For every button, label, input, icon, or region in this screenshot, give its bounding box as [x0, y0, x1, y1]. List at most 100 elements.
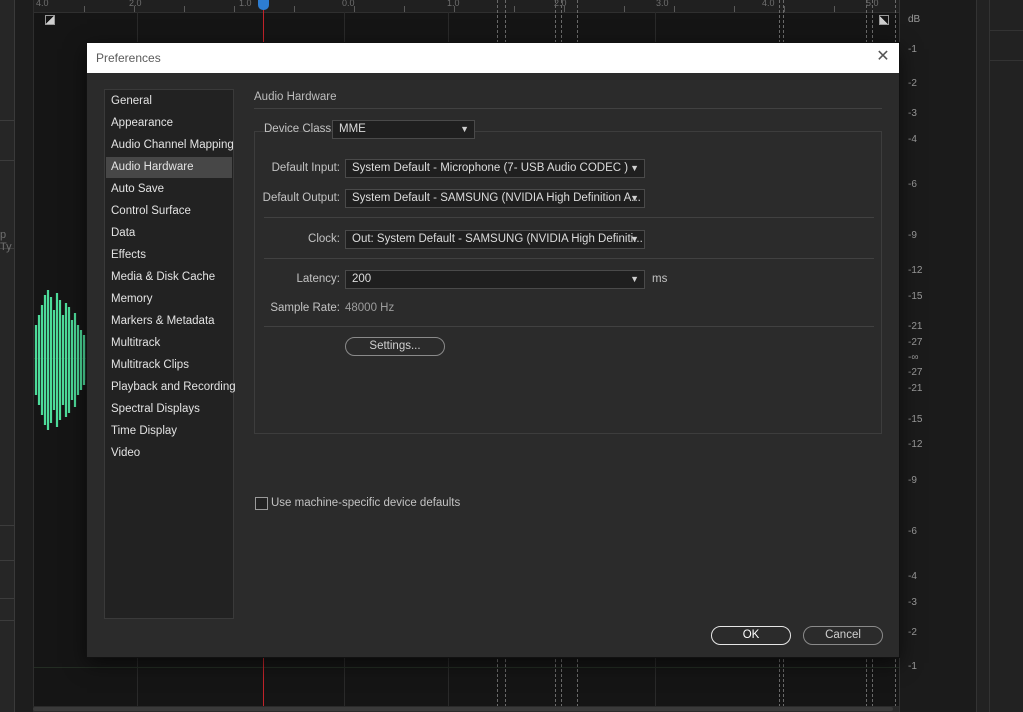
ruler-label: 4.0	[762, 0, 775, 8]
panel-label-fragment: p Ty	[0, 229, 12, 253]
clock-value: Out: System Default - SAMSUNG (NVIDIA Hi…	[352, 233, 643, 245]
category-control-surface[interactable]: Control Surface	[106, 201, 232, 222]
db-label: -3	[908, 108, 917, 119]
db-label: -1	[908, 661, 917, 672]
divider	[264, 326, 874, 327]
clock-label: Clock:	[308, 233, 340, 245]
db-label: -15	[908, 291, 923, 302]
db-unit-label: dB	[908, 14, 921, 25]
fade-in-handle-icon[interactable]	[45, 15, 55, 25]
device-class-label: Device Class:	[264, 123, 335, 135]
category-effects[interactable]: Effects	[106, 245, 232, 266]
sample-rate-value: 48000 Hz	[345, 302, 395, 314]
db-scale: dB -1 -2 -3 -4 -6 -9 -12 -15 -21 -27 -∞ …	[899, 0, 977, 712]
latency-select[interactable]: 200 ▼	[345, 270, 645, 289]
default-output-value: System Default - SAMSUNG (NVIDIA High De…	[352, 192, 641, 204]
default-input-select[interactable]: System Default - Microphone (7- USB Audi…	[345, 159, 645, 178]
db-label: -21	[908, 383, 923, 394]
horizontal-scrollbar[interactable]	[33, 706, 899, 712]
default-input-label: Default Input:	[271, 162, 340, 174]
category-playback-recording[interactable]: Playback and Recording	[106, 377, 236, 398]
sample-rate-label: Sample Rate:	[270, 302, 340, 314]
preferences-dialog: Preferences ✕ General Appearance Audio C…	[87, 43, 899, 657]
category-spectral-displays[interactable]: Spectral Displays	[106, 399, 232, 420]
panel-divider	[0, 160, 14, 161]
section-divider	[254, 108, 882, 109]
default-output-select[interactable]: System Default - SAMSUNG (NVIDIA High De…	[345, 189, 645, 208]
device-class-value: MME	[339, 123, 366, 135]
db-label: -27	[908, 337, 923, 348]
category-multitrack[interactable]: Multitrack	[106, 333, 232, 354]
dialog-title: Preferences	[96, 51, 161, 65]
panel-divider	[0, 525, 14, 526]
playhead-handle[interactable]	[258, 0, 269, 10]
fade-out-handle-icon[interactable]	[879, 15, 889, 25]
close-icon[interactable]: ✕	[875, 48, 891, 66]
ok-button[interactable]: OK	[711, 626, 791, 645]
clock-select[interactable]: Out: System Default - SAMSUNG (NVIDIA Hi…	[345, 230, 645, 249]
divider	[264, 258, 874, 259]
category-appearance[interactable]: Appearance	[106, 113, 232, 134]
db-label: -12	[908, 439, 923, 450]
preferences-category-list: General Appearance Audio Channel Mapping…	[104, 89, 236, 619]
time-ruler[interactable]: 4.0 2.0 1.0 0.0 1.0 2.0 3.0 4.0 5.0	[34, 0, 900, 13]
ruler-label: 4.0	[36, 0, 49, 8]
latency-value: 200	[352, 273, 372, 285]
db-label: -∞	[908, 352, 919, 363]
latency-unit: ms	[652, 273, 668, 285]
panel-divider	[0, 120, 14, 121]
category-auto-save[interactable]: Auto Save	[106, 179, 232, 200]
db-label: -2	[908, 78, 917, 89]
db-label: -6	[908, 526, 917, 537]
cancel-button[interactable]: Cancel	[803, 626, 883, 645]
scrollbar-thumb[interactable]	[33, 707, 893, 711]
category-general[interactable]: General	[106, 91, 232, 112]
ruler-label: 0.0	[342, 0, 355, 8]
left-panel: p Ty	[0, 0, 15, 712]
default-output-label: Default Output:	[262, 192, 340, 204]
db-label: -9	[908, 230, 917, 241]
db-label: -4	[908, 134, 917, 145]
db-label: -1	[908, 44, 917, 55]
panel-divider	[0, 620, 14, 621]
settings-button[interactable]: Settings...	[345, 337, 445, 356]
chevron-down-icon: ▼	[630, 234, 639, 244]
ruler-label: 2.0	[129, 0, 142, 8]
divider	[264, 217, 874, 218]
dialog-titlebar[interactable]: Preferences ✕	[87, 43, 899, 73]
db-label: -15	[908, 414, 923, 425]
db-label: -27	[908, 367, 923, 378]
latency-label: Latency:	[296, 273, 340, 285]
chevron-down-icon: ▼	[630, 274, 639, 284]
category-multitrack-clips[interactable]: Multitrack Clips	[106, 355, 232, 376]
panel-divider	[0, 598, 14, 599]
category-audio-channel-mapping[interactable]: Audio Channel Mapping	[106, 135, 234, 156]
category-markers-metadata[interactable]: Markers & Metadata	[106, 311, 232, 332]
category-audio-hardware[interactable]: Audio Hardware	[106, 157, 232, 178]
machine-defaults-label[interactable]: Use machine-specific device defaults	[271, 497, 460, 509]
chevron-down-icon: ▼	[630, 193, 639, 203]
category-data[interactable]: Data	[106, 223, 232, 244]
db-label: -2	[908, 627, 917, 638]
ruler-label: 1.0	[239, 0, 252, 8]
ruler-label: 1.0	[447, 0, 460, 8]
section-title: Audio Hardware	[254, 91, 337, 103]
ruler-label: 3.0	[656, 0, 669, 8]
db-label: -3	[908, 597, 917, 608]
category-memory[interactable]: Memory	[106, 289, 232, 310]
machine-defaults-checkbox[interactable]	[255, 497, 268, 510]
default-input-value: System Default - Microphone (7- USB Audi…	[352, 162, 629, 174]
category-time-display[interactable]: Time Display	[106, 421, 232, 442]
device-class-select[interactable]: MME ▼	[332, 120, 475, 139]
db-label: -6	[908, 179, 917, 190]
chevron-down-icon: ▼	[460, 124, 469, 134]
category-media-disk-cache[interactable]: Media & Disk Cache	[106, 267, 232, 288]
right-panel	[976, 0, 1023, 712]
db-label: -9	[908, 475, 917, 486]
db-label: -12	[908, 265, 923, 276]
chevron-down-icon: ▼	[630, 163, 639, 173]
category-video[interactable]: Video	[106, 443, 232, 464]
db-label: -4	[908, 571, 917, 582]
panel-divider	[0, 560, 14, 561]
db-label: -21	[908, 321, 923, 332]
